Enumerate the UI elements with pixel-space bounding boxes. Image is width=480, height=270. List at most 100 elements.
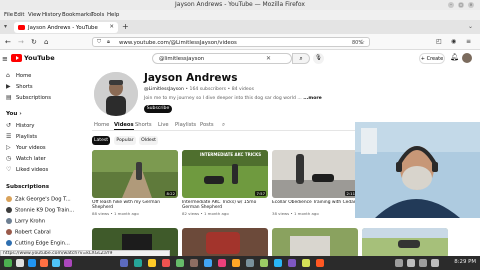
search-button[interactable]: ⌕: [292, 53, 310, 64]
back-icon[interactable]: ←: [5, 38, 11, 46]
tracking-shield-icon[interactable]: ⛉: [97, 39, 101, 46]
terminal-icon[interactable]: [28, 259, 36, 267]
video-title[interactable]: Intermediate AKC Tricks) w/ 15mo German …: [182, 200, 268, 210]
sidebar-item-home[interactable]: ⌂ Home: [6, 72, 31, 79]
youtube-logo[interactable]: YouTube: [11, 54, 55, 62]
subscription-item[interactable]: Robert Cabral: [6, 229, 51, 236]
taskbar-app-icon[interactable]: [134, 259, 142, 267]
account-avatar[interactable]: [462, 53, 472, 63]
account-icon[interactable]: ◉: [451, 38, 456, 45]
tab-close-icon[interactable]: ✕: [109, 24, 114, 30]
menu-help[interactable]: Help: [107, 12, 119, 18]
chip-latest[interactable]: Latest: [92, 136, 110, 145]
clear-search-icon[interactable]: ✕: [266, 55, 271, 62]
channel-avatar[interactable]: [94, 72, 138, 116]
voice-search-icon[interactable]: 🎙︎: [313, 53, 324, 64]
taskbar-app-icon[interactable]: [246, 259, 254, 267]
taskbar-app-icon[interactable]: [148, 259, 156, 267]
video-title[interactable]: Off leash hike with my German Shepherd: [92, 200, 178, 210]
start-menu-icon[interactable]: [4, 259, 12, 267]
video-card[interactable]: 8:22 Off leash hike with my German Sheph…: [92, 150, 178, 216]
subscription-item[interactable]: Stonnie K9 Dog Train...: [6, 207, 74, 214]
search-input[interactable]: @limitlessjayson ✕: [152, 53, 292, 64]
volume-icon[interactable]: [419, 259, 427, 267]
video-thumbnail[interactable]: [182, 228, 268, 258]
subscription-item[interactable]: Zak George's Dog T...: [6, 196, 71, 203]
video-thumbnail[interactable]: 8:22: [92, 150, 178, 198]
subscription-item[interactable]: Larry Krohn: [6, 218, 45, 225]
tab-live[interactable]: Live: [158, 122, 169, 128]
sidebar-item-shorts[interactable]: ▶ Shorts: [6, 83, 33, 90]
home-icon[interactable]: ⌂: [44, 38, 48, 46]
video-thumbnail[interactable]: INTERMEDIATE AKC TRICKS 7:57: [182, 150, 268, 198]
taskbar-app-icon[interactable]: [204, 259, 212, 267]
taskbar-app-icon[interactable]: [162, 259, 170, 267]
menu-view[interactable]: View: [28, 12, 41, 18]
tab-posts[interactable]: Posts: [200, 122, 214, 128]
sidebar-item-playlists[interactable]: ☰ Playlists: [6, 133, 37, 140]
sidebar-section-you[interactable]: You ›: [6, 111, 22, 117]
sidebar-item-watch-later[interactable]: ◷ Watch later: [6, 155, 46, 162]
taskbar-app-icon[interactable]: [260, 259, 268, 267]
pocket-icon[interactable]: ◰: [436, 38, 442, 45]
new-tab-icon[interactable]: +: [122, 22, 129, 31]
menu-edit[interactable]: Edit: [14, 12, 24, 18]
menu-history[interactable]: History: [42, 12, 61, 18]
notifications-bell-icon[interactable]: 🔔︎: [450, 53, 459, 61]
browser-tab[interactable]: Jayson Andrews - YouTube ✕: [14, 22, 118, 33]
menu-file[interactable]: File: [4, 12, 13, 18]
tab-list-icon[interactable]: ▾: [4, 23, 7, 30]
taskbar-app-icon[interactable]: [302, 259, 310, 267]
lock-icon[interactable]: 🔒︎: [107, 39, 110, 46]
video-thumbnail[interactable]: [272, 228, 358, 258]
taskbar-app-icon[interactable]: [120, 259, 128, 267]
firefox-icon[interactable]: [40, 259, 48, 267]
tab-shorts[interactable]: Shorts: [135, 122, 152, 128]
forward-icon[interactable]: →: [18, 38, 24, 46]
more-link[interactable]: ...more: [303, 96, 322, 101]
taskbar-app-icon[interactable]: [176, 259, 184, 267]
guide-menu-icon[interactable]: ≡: [2, 55, 8, 63]
menu-bookmarks[interactable]: Bookmarks: [62, 12, 92, 18]
hamburger-menu-icon[interactable]: ≡: [466, 38, 471, 45]
tray-icon[interactable]: [395, 259, 403, 267]
tab-home[interactable]: Home: [94, 122, 109, 128]
channel-search-icon[interactable]: ⌕: [222, 122, 225, 129]
chip-popular[interactable]: Popular: [114, 136, 136, 145]
close-icon[interactable]: ×: [468, 2, 474, 8]
video-thumbnail[interactable]: 2:11: [272, 150, 358, 198]
tab-playlists[interactable]: Playlists: [175, 122, 196, 128]
taskbar-app-icon[interactable]: [190, 259, 198, 267]
clock[interactable]: 8:29 PM: [454, 259, 476, 265]
channel-description[interactable]: Join me to my journey so I dive deeper i…: [144, 96, 322, 101]
subscribe-button[interactable]: Subscribe: [144, 105, 172, 113]
chip-oldest[interactable]: Oldest: [139, 136, 158, 145]
taskbar-app-icon[interactable]: [316, 259, 324, 267]
list-all-tabs-icon[interactable]: ⌄: [468, 23, 473, 30]
create-button[interactable]: + Create: [419, 53, 445, 64]
url-bar[interactable]: ⛉ 🔒︎ www.youtube.com/@LimitlessJayson/vi…: [92, 37, 370, 47]
battery-icon[interactable]: [431, 259, 439, 267]
sidebar-item-liked-videos[interactable]: ♡ Liked videos: [6, 166, 48, 173]
desktop-icon[interactable]: [16, 259, 24, 267]
sidebar-item-your-videos[interactable]: ▷ Your videos: [6, 144, 46, 151]
taskbar-app-icon[interactable]: [274, 259, 282, 267]
sidebar-item-history[interactable]: ↺ History: [6, 122, 34, 129]
taskbar-app-icon[interactable]: [232, 259, 240, 267]
app-icon[interactable]: [64, 259, 72, 267]
files-icon[interactable]: [52, 259, 60, 267]
minimize-icon[interactable]: –: [448, 2, 454, 8]
reload-icon[interactable]: ↻: [31, 38, 37, 46]
network-icon[interactable]: [407, 259, 415, 267]
video-title[interactable]: Ecollar Obedience Training with Cedar: [272, 200, 358, 210]
taskbar-app-icon[interactable]: [218, 259, 226, 267]
taskbar-app-icon[interactable]: [288, 259, 296, 267]
video-card[interactable]: 2:11 Ecollar Obedience Training with Ced…: [272, 150, 358, 216]
subscription-item[interactable]: Cutting Edge Engin...: [6, 240, 70, 247]
tab-videos[interactable]: Videos: [114, 122, 134, 130]
bookmark-star-icon[interactable]: ☆: [359, 38, 365, 46]
video-thumbnail[interactable]: [362, 228, 448, 258]
sidebar-item-subscriptions[interactable]: ▤ Subscriptions: [6, 94, 51, 101]
maximize-icon[interactable]: □: [458, 2, 464, 8]
video-card[interactable]: INTERMEDIATE AKC TRICKS 7:57 Intermediat…: [182, 150, 268, 216]
